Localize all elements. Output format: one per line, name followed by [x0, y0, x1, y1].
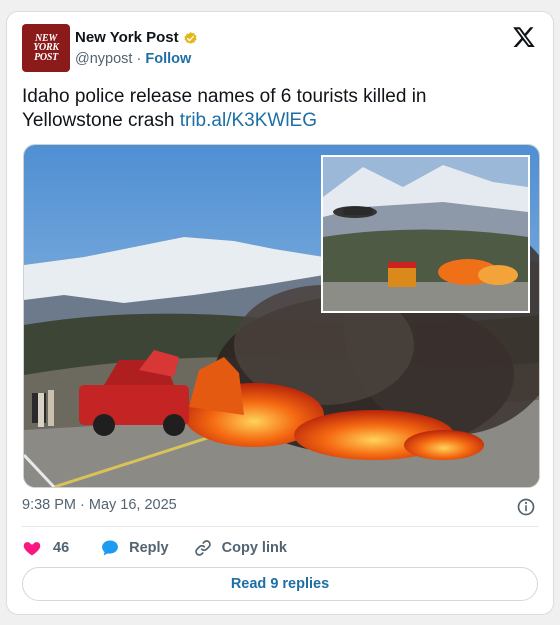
- reply-button[interactable]: Reply: [100, 538, 169, 558]
- tweet-text: Idaho police release names of 6 tourists…: [22, 85, 522, 133]
- link-icon: [194, 540, 211, 556]
- like-button[interactable]: 46: [22, 538, 69, 558]
- inset-photo: [321, 155, 530, 313]
- author-name[interactable]: New York Post: [75, 29, 179, 46]
- inset-scene: [323, 157, 528, 311]
- heart-icon: [23, 542, 41, 556]
- action-bar: 46 Reply Copy link: [22, 536, 287, 560]
- like-count: 46: [53, 540, 70, 556]
- author-handle-row: @nypost · Follow: [75, 51, 191, 67]
- follow-button[interactable]: Follow: [145, 51, 191, 67]
- divider: [22, 526, 538, 527]
- reply-bubble-icon: [102, 540, 119, 556]
- copy-link-label: Copy link: [221, 540, 287, 556]
- reply-label: Reply: [129, 540, 169, 556]
- avatar[interactable]: NEW YORK POST: [22, 24, 70, 72]
- read-replies-button[interactable]: Read 9 replies: [22, 567, 538, 601]
- tweet-link[interactable]: trib.al/K3KWlEG: [180, 110, 317, 131]
- separator: ·: [136, 51, 142, 67]
- tweet-media[interactable]: [23, 144, 540, 488]
- verified-badge-icon: [184, 31, 197, 44]
- tweet-card: NEW YORK POST New York Post @nypost · Fo…: [6, 11, 554, 615]
- author-handle[interactable]: @nypost: [75, 51, 132, 67]
- copy-link-button[interactable]: Copy link: [193, 538, 287, 558]
- logo-line-3: POST: [34, 51, 58, 63]
- timestamp[interactable]: 9:38 PM · May 16, 2025: [22, 497, 177, 513]
- info-icon[interactable]: [516, 497, 536, 517]
- x-logo-icon[interactable]: [512, 25, 536, 49]
